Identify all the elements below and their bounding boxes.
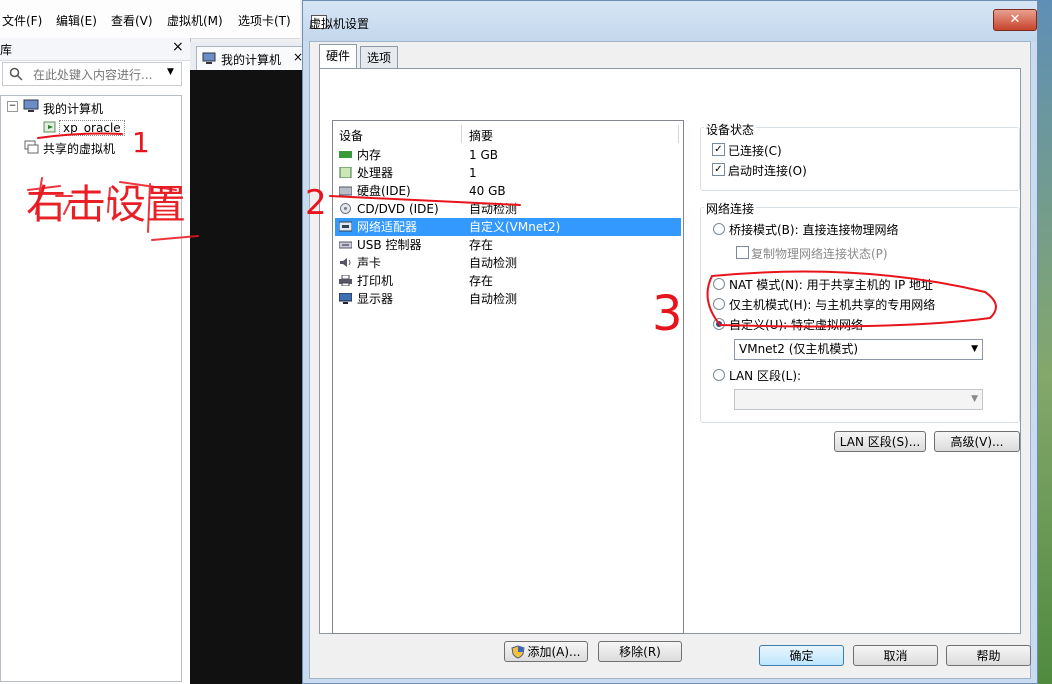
underline-network-adapter [329,195,521,206]
annotation-step-3: 3 [652,286,683,342]
underline-vm [37,132,123,139]
annotation-layer: 1 2 3 右击设置 [26,126,997,342]
annotation-handwriting: 右击设置 [26,182,186,228]
annotation-step-1: 1 [132,126,150,159]
annotation-step-2: 2 [305,183,327,223]
circle-custom-network [706,270,997,328]
